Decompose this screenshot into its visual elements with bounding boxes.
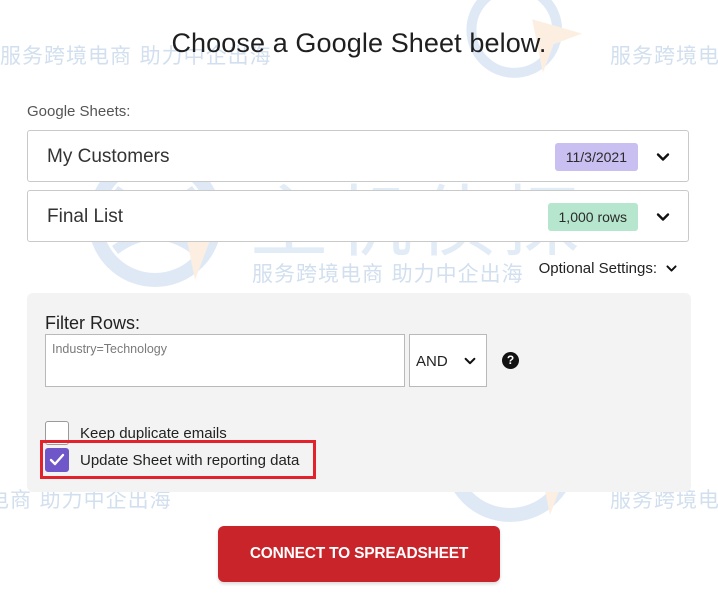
help-icon[interactable]: ? bbox=[502, 352, 519, 369]
connect-to-spreadsheet-button[interactable]: CONNECT TO SPREADSHEET bbox=[218, 526, 500, 582]
sheet-row-final-list[interactable]: Final List 1,000 rows bbox=[27, 190, 689, 242]
sheet-row-my-customers[interactable]: My Customers 11/3/2021 bbox=[27, 130, 689, 182]
filter-operator-value: AND bbox=[416, 353, 448, 370]
chevron-down-icon bbox=[464, 357, 476, 365]
sheet-name: Final List bbox=[47, 206, 124, 227]
optional-settings-label: Optional Settings: bbox=[538, 260, 657, 277]
watermark-slogan: 服务跨境电商 助力中企出海 bbox=[252, 262, 524, 286]
chevron-down-icon bbox=[666, 265, 677, 272]
chevron-down-icon[interactable] bbox=[655, 209, 671, 225]
filter-rows-label: Filter Rows: bbox=[45, 313, 141, 333]
update-sheet-checkbox[interactable] bbox=[45, 448, 69, 472]
keep-duplicates-checkbox[interactable] bbox=[45, 421, 69, 445]
sheet-name: My Customers bbox=[47, 146, 170, 167]
google-sheet-picker: 主机侦探 服务跨境电商 助力中企出海 服务跨境电商 助力中企出海 服务跨境电商 … bbox=[0, 0, 718, 612]
chevron-down-icon[interactable] bbox=[655, 149, 671, 165]
keep-duplicates-label: Keep duplicate emails bbox=[80, 424, 227, 442]
filter-operator-select[interactable]: AND bbox=[409, 334, 487, 387]
update-sheet-label: Update Sheet with reporting data bbox=[80, 451, 300, 469]
sheet-rows-badge: 1,000 rows bbox=[547, 203, 638, 231]
update-sheet-option[interactable]: Update Sheet with reporting data bbox=[45, 448, 299, 472]
google-sheets-label: Google Sheets: bbox=[27, 103, 131, 120]
page-title: Choose a Google Sheet below. bbox=[171, 28, 547, 58]
keep-duplicates-option[interactable]: Keep duplicate emails bbox=[45, 421, 227, 445]
checkmark-icon bbox=[49, 453, 65, 466]
filter-rows-input[interactable] bbox=[45, 334, 405, 387]
sheet-date-badge: 11/3/2021 bbox=[554, 143, 638, 171]
optional-settings-toggle[interactable]: Optional Settings: bbox=[539, 260, 678, 277]
